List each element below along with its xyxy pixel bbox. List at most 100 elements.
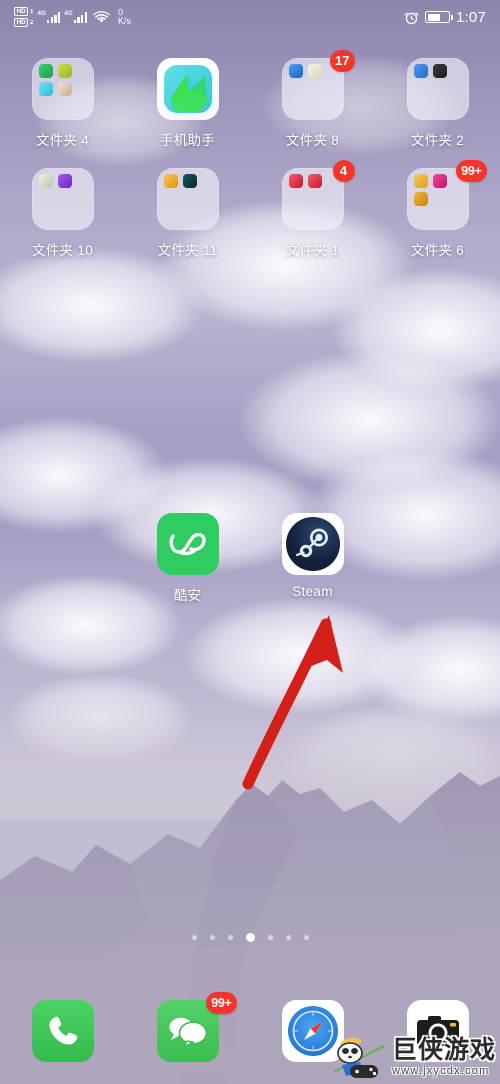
icon-wrap	[406, 58, 469, 120]
page-dot-2[interactable]	[209, 935, 215, 940]
mini-app-icon	[413, 64, 428, 78]
signal-bars-icon-1	[47, 11, 61, 23]
icon-wrap	[156, 168, 219, 230]
icon-wrap	[281, 513, 344, 575]
watermark-title: 巨侠游戏	[391, 1035, 496, 1064]
app-label: 文件夹 4	[35, 133, 90, 148]
steam-icon[interactable]	[281, 513, 344, 575]
page-dot-3[interactable]	[227, 935, 233, 940]
page-dot-4-active[interactable]	[245, 933, 255, 942]
wifi-icon	[93, 10, 110, 23]
grid-row-2: 文件夹 10 文件夹 11 4 文件夹 1 99+ 文件夹 6	[0, 160, 500, 259]
status-bar-right: 1:07	[404, 9, 486, 26]
signal-bars-icon-2	[73, 11, 87, 23]
sim2-number: 2	[30, 19, 34, 26]
mini-app-icon	[57, 64, 72, 78]
data-rate-indicator: 0 K/s	[118, 8, 131, 26]
alarm-clock-icon	[404, 12, 419, 24]
dual-sim-indicators: HD 1 HD 2	[14, 7, 33, 27]
mini-app-icon	[182, 174, 197, 188]
watermark: 巨侠游戏 www.jxycdx.com	[330, 1032, 496, 1082]
app-label: 文件夹 11	[157, 243, 218, 258]
coolapk-glyph	[169, 532, 206, 556]
page-dot-6[interactable]	[285, 935, 291, 940]
app-cell-folder-11[interactable]: 文件夹 11	[125, 168, 250, 259]
app-cell-folder-6[interactable]: 99+ 文件夹 6	[375, 160, 500, 259]
icon-wrap	[31, 168, 94, 230]
mini-app-icon	[288, 64, 303, 78]
folder-10-icon[interactable]	[31, 168, 94, 230]
app-label: 文件夹 1	[285, 243, 340, 258]
app-cell-coolapk[interactable]: 酷安	[125, 513, 250, 604]
status-bar-left: HD 1 HD 2 4G 4G 0 K/s	[14, 7, 131, 27]
page-indicator[interactable]	[0, 933, 500, 942]
page-dot-5[interactable]	[267, 935, 273, 940]
icon-wrap	[156, 513, 219, 575]
folder-4-icon[interactable]	[31, 58, 94, 120]
icon-wrap: 4	[281, 160, 355, 230]
status-bar-clock: 1:07	[456, 8, 486, 26]
assistant-glyph	[163, 65, 212, 113]
steam-disc	[285, 517, 340, 571]
icon-wrap: 17	[281, 50, 355, 120]
app-label: Steam	[292, 584, 333, 599]
mini-app-icon	[163, 174, 178, 188]
coolapk-icon[interactable]	[156, 513, 219, 575]
app-cell-folder-8[interactable]: 17 文件夹 8	[250, 50, 375, 149]
mini-app-icon	[38, 64, 53, 78]
messages-badge: 99+	[206, 992, 237, 1014]
mini-app-icon	[432, 64, 447, 78]
network-type-2: 4G	[64, 10, 73, 17]
watermark-url: www.jxycdx.com	[391, 1064, 490, 1077]
dock-item-phone[interactable]	[0, 1000, 125, 1062]
network-type-1: 4G	[37, 10, 47, 17]
signal-group-2: 4G	[64, 10, 87, 23]
icon-wrap	[31, 1000, 94, 1062]
app-label: 文件夹 6	[410, 243, 465, 258]
app-label: 文件夹 2	[410, 133, 465, 148]
mini-app-icon	[288, 174, 303, 188]
sim2-indicator: HD 2	[14, 18, 33, 27]
hd-badge-sim1: HD	[14, 7, 28, 16]
icon-wrap: 99+	[406, 160, 487, 230]
mini-app-icon	[432, 174, 447, 188]
bubbles-glyph	[169, 1017, 207, 1049]
page-dot-1[interactable]	[191, 935, 197, 940]
sim1-indicator: HD 1	[14, 7, 33, 16]
mini-app-icon	[38, 82, 53, 96]
app-cell-folder-2[interactable]: 文件夹 2	[375, 58, 500, 149]
app-cell-phone-assistant[interactable]: 手机助手	[125, 58, 250, 149]
signal-group-1: 4G	[37, 10, 61, 23]
dock-item-messages[interactable]: 99+	[125, 992, 250, 1062]
app-label: 酷安	[173, 588, 202, 603]
icon-wrap	[31, 58, 94, 120]
phone-handset-icon[interactable]	[31, 1000, 94, 1062]
app-label: 手机助手	[159, 133, 216, 148]
mini-app-icon	[307, 174, 322, 188]
phone-assistant-icon[interactable]	[156, 58, 219, 120]
handset-glyph	[48, 1016, 77, 1045]
app-label: 文件夹 10	[31, 243, 94, 258]
compass-needle	[292, 1010, 333, 1052]
watermark-text: 巨侠游戏 www.jxycdx.com	[391, 1035, 496, 1077]
sim1-number: 1	[30, 8, 34, 15]
folder-2-icon[interactable]	[406, 58, 469, 120]
status-bar: HD 1 HD 2 4G 4G 0 K/s 1:07	[0, 0, 500, 34]
app-cell-folder-10[interactable]: 文件夹 10	[0, 168, 125, 259]
page-dot-7[interactable]	[303, 935, 309, 940]
icon-wrap: 99+	[156, 992, 237, 1062]
data-rate-unit: K/s	[117, 16, 131, 26]
app-cell-folder-1[interactable]: 4 文件夹 1	[250, 160, 375, 259]
mini-app-icon	[413, 192, 428, 206]
grid-row-3: 酷安 Steam	[0, 513, 500, 604]
mini-app-icon	[57, 174, 72, 188]
grid-row-1: 文件夹 4 手机助手 17 文件夹 8 文件夹 2	[0, 50, 500, 149]
mini-app-icon	[57, 82, 72, 96]
app-label: 文件夹 8	[285, 133, 340, 148]
folder-11-icon[interactable]	[156, 168, 219, 230]
app-cell-steam[interactable]: Steam	[250, 513, 375, 604]
panda-gamepad-icon	[333, 1037, 385, 1078]
mini-app-icon	[38, 174, 53, 188]
app-cell-folder-4[interactable]: 文件夹 4	[0, 58, 125, 149]
grid-spacer	[0, 513, 125, 604]
